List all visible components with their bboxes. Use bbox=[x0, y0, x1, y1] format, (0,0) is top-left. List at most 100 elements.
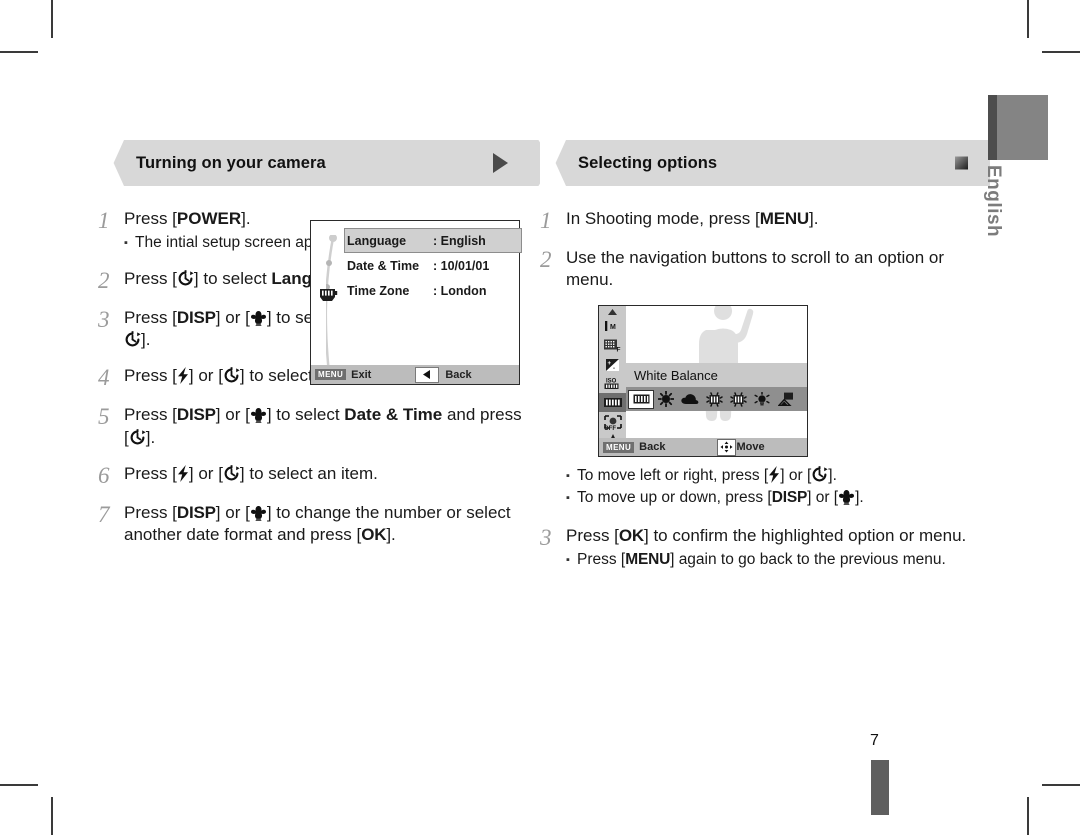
key-label: DISP bbox=[176, 502, 216, 522]
crop-mark-top-left-v bbox=[51, 0, 53, 38]
crop-mark-bottom-left-h bbox=[0, 784, 38, 786]
timer-icon bbox=[223, 464, 240, 482]
instruction-step: 6 Press [] or [] to select an item. bbox=[98, 463, 530, 488]
setup-menu-row[interactable]: Language: English bbox=[344, 228, 522, 253]
bullet-item: ▪ To move up or down, press [DISP] or []. bbox=[566, 488, 990, 509]
body-text: ] to select bbox=[266, 405, 345, 425]
body-text: Press [ bbox=[124, 502, 177, 522]
setup-menu-row[interactable]: Date & Time : 10/01/01 bbox=[347, 253, 513, 278]
body-text: ] or [ bbox=[215, 405, 250, 425]
timer-icon bbox=[129, 428, 146, 446]
body-text: ] to select bbox=[193, 268, 272, 288]
wb-menu-title: White Balance bbox=[626, 363, 807, 387]
setup-rows: Language: English Date & Time : 10/01/01 Ti… bbox=[344, 228, 522, 303]
setup-screen-footer: MENU Exit Back bbox=[311, 365, 519, 384]
scroll-up-icon bbox=[599, 306, 626, 317]
wb-sidebar: M F +- ISO OFF OFF bbox=[599, 306, 626, 456]
key-label: OK bbox=[361, 524, 387, 544]
flash-icon bbox=[177, 464, 189, 482]
body-text: ]. bbox=[809, 209, 819, 228]
emphasis-text: POWER bbox=[176, 209, 242, 228]
language-tab-label: English bbox=[983, 165, 1004, 238]
body-text: Press [ bbox=[566, 526, 619, 546]
timer-icon bbox=[811, 466, 828, 483]
initial-setup-screen: Language: English Date & Time : 10/01/01 Ti… bbox=[310, 220, 522, 385]
body-text: ] or [ bbox=[215, 308, 250, 328]
face-detection-off-icon: OFF bbox=[599, 412, 626, 431]
step-text: Press [DISP] or [] to change the number … bbox=[124, 502, 530, 546]
triangle-right-icon bbox=[493, 153, 508, 173]
bullet-dot: ▪ bbox=[124, 237, 128, 250]
body-text: Use the navigation buttons to scroll to … bbox=[566, 248, 945, 290]
navigation-bullets: ▪ To move left or right, press [] or []. ▪… bbox=[566, 466, 990, 509]
key-label: OK bbox=[618, 526, 645, 546]
ev-icon: + - bbox=[599, 355, 626, 374]
right-steps-top: 1 In Shooting mode, press [MENU]. 2 Use the… bbox=[540, 208, 990, 291]
right-section-title: Selecting options bbox=[578, 153, 718, 172]
right-section-banner: Selecting options bbox=[540, 140, 990, 186]
wb-auto-icon[interactable] bbox=[628, 389, 654, 409]
step-bullets: ▪ Press [MENU] again to go back to the pr… bbox=[566, 550, 990, 571]
setup-row-value: : London bbox=[433, 283, 487, 298]
body-text: Press [ bbox=[577, 551, 626, 569]
crop-mark-bottom-left-v bbox=[51, 797, 53, 835]
step-number: 3 bbox=[540, 525, 552, 551]
body-text: To move left or right, press [ bbox=[577, 467, 769, 485]
white-balance-icon[interactable] bbox=[599, 393, 626, 412]
wb-fluorescent-h-icon[interactable] bbox=[702, 389, 726, 409]
quality-icon: F bbox=[599, 336, 626, 355]
svg-text:M: M bbox=[610, 324, 616, 331]
step-text: Press [] or [] to select an item. bbox=[124, 463, 530, 488]
instruction-step: 3 Press [OK] to confirm the highlighted o… bbox=[540, 525, 990, 571]
wb-move-label: Move bbox=[736, 441, 765, 453]
menu-tag: MENU bbox=[315, 369, 347, 380]
svg-text:F: F bbox=[616, 347, 620, 354]
body-text: ]. bbox=[145, 427, 156, 447]
menu-connector-line bbox=[326, 235, 337, 384]
wb-daylight-icon[interactable] bbox=[654, 389, 678, 409]
page-number: 7 bbox=[870, 732, 879, 749]
body-text: Press [ bbox=[124, 366, 177, 386]
crop-mark-top-right-v bbox=[1027, 0, 1029, 38]
instruction-step: 2 Use the navigation buttons to scroll to… bbox=[540, 247, 990, 291]
step-number: 7 bbox=[98, 501, 110, 527]
wb-fluorescent-l-icon[interactable] bbox=[726, 389, 750, 409]
setup-row-label: Language bbox=[347, 233, 407, 248]
key-label: MENU bbox=[759, 209, 809, 228]
step-number: 1 bbox=[540, 208, 552, 233]
bullet-text: Press [MENU] again to go back to the pre… bbox=[577, 550, 946, 571]
macro-icon bbox=[838, 489, 855, 506]
battery-icon bbox=[319, 287, 338, 307]
body-text: ] or [ bbox=[188, 463, 223, 483]
body-text: ] to select an item. bbox=[239, 463, 378, 483]
step-number: 1 bbox=[98, 208, 110, 233]
macro-icon bbox=[250, 505, 267, 521]
body-text: ]. bbox=[141, 330, 151, 350]
setup-row-label: Time Zone bbox=[347, 283, 410, 298]
iso-icon: ISO bbox=[599, 374, 626, 393]
timer-icon bbox=[177, 270, 194, 287]
setup-menu-row[interactable]: Time Zone : London bbox=[347, 278, 513, 303]
step-number: 6 bbox=[98, 462, 110, 488]
wb-options-row bbox=[626, 387, 807, 411]
banner-left-notch-2 bbox=[540, 140, 566, 186]
body-text: ] to confirm the highlighted option or m… bbox=[644, 526, 967, 546]
setup-row-value: : 10/01/01 bbox=[433, 258, 490, 273]
wb-cloudy-icon[interactable] bbox=[678, 389, 702, 409]
body-text: ] or [ bbox=[807, 489, 839, 507]
wb-tungsten-icon[interactable] bbox=[750, 389, 774, 409]
crop-mark-top-right-h bbox=[1042, 51, 1080, 53]
macro-icon bbox=[250, 407, 267, 424]
setup-row-label: Date & Time bbox=[347, 258, 420, 273]
svg-text:OFF: OFF bbox=[604, 426, 616, 430]
timer-icon bbox=[223, 367, 240, 384]
body-text: ]. bbox=[855, 489, 864, 507]
back-label: Back bbox=[445, 368, 472, 381]
triangle-left-icon bbox=[415, 366, 440, 383]
wb-custom-icon[interactable] bbox=[774, 389, 798, 409]
instruction-step: 5 Press [DISP] or [] to select Date & Tim… bbox=[98, 404, 530, 448]
bullet-text: To move up or down, press [DISP] or []. bbox=[577, 488, 864, 509]
bullet-text: To move left or right, press [] or []. bbox=[577, 466, 837, 487]
page-marker-bar bbox=[871, 760, 889, 815]
body-text: ]. bbox=[386, 524, 396, 544]
